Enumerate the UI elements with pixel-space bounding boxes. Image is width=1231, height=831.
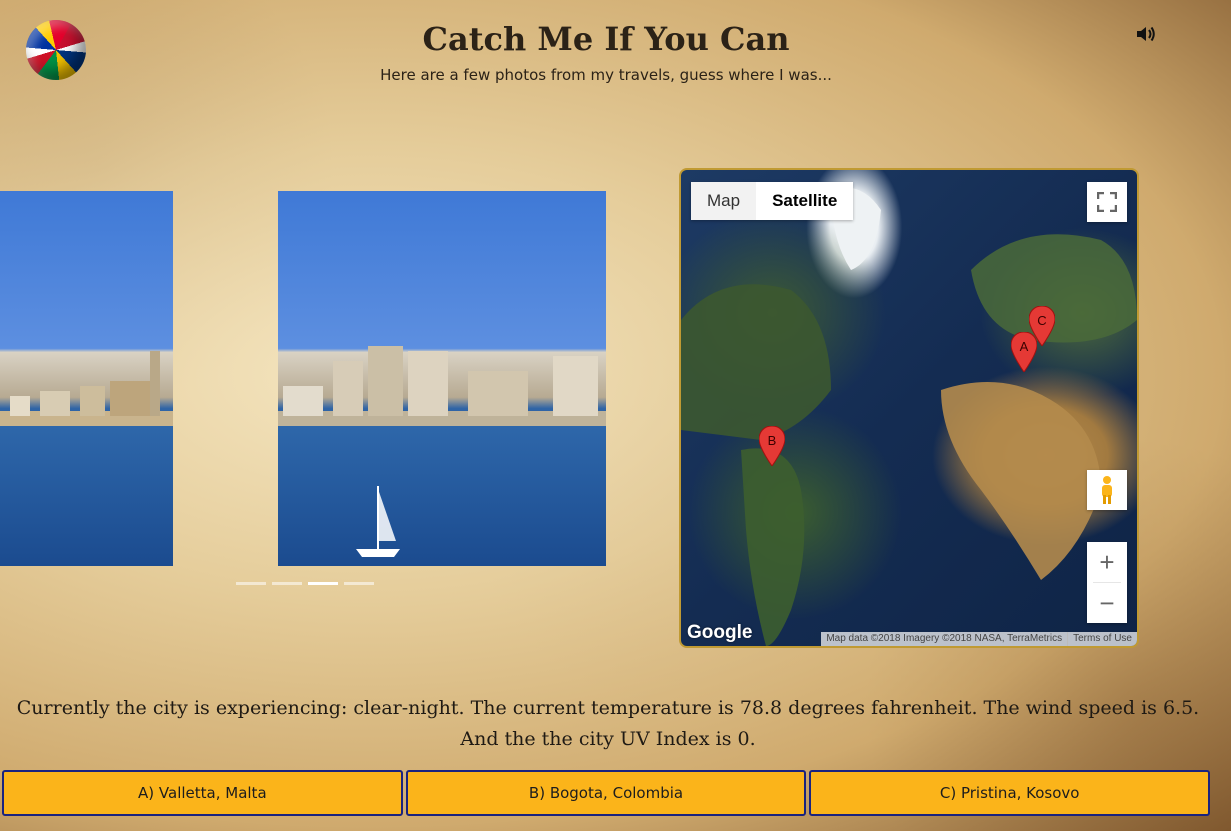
world-map[interactable]: Map Satellite + − A B C Google Map data … <box>679 168 1139 648</box>
zoom-out-button[interactable]: − <box>1087 583 1127 623</box>
sailboat <box>356 486 400 557</box>
answer-button-b[interactable]: B) Bogota, Colombia <box>405 770 807 816</box>
zoom-control: + − <box>1087 542 1127 623</box>
map-type-control: Map Satellite <box>691 182 854 220</box>
carousel-photo-current[interactable] <box>278 191 606 566</box>
answer-options: A) Valletta, Malta B) Bogota, Colombia C… <box>2 770 1211 816</box>
weather-description: Currently the city is experiencing: clea… <box>16 697 1200 750</box>
answer-button-a[interactable]: A) Valletta, Malta <box>2 770 403 816</box>
carousel-photo-previous[interactable] <box>0 191 173 566</box>
carousel-dot[interactable] <box>236 582 266 585</box>
speaker-icon[interactable] <box>1135 24 1157 44</box>
map-data-credit: Map data ©2018 Imagery ©2018 NASA, Terra… <box>826 633 1063 644</box>
terms-of-use-link[interactable]: Terms of Use <box>1067 632 1137 646</box>
marker-label: B <box>767 433 777 448</box>
street-view-button[interactable] <box>1087 470 1127 510</box>
marker-label: C <box>1037 313 1047 328</box>
fullscreen-icon <box>1097 192 1117 212</box>
map-view-button[interactable]: Map <box>691 182 757 220</box>
carousel-dot-active[interactable] <box>308 582 338 585</box>
page-subtitle: Here are a few photos from my travels, g… <box>380 66 832 84</box>
page-title: Catch Me If You Can <box>422 20 790 58</box>
pegman-icon <box>1102 476 1112 504</box>
carousel-dot[interactable] <box>344 582 374 585</box>
carousel-indicators <box>236 582 376 586</box>
map-terrain <box>681 187 1137 646</box>
answer-button-c[interactable]: C) Pristina, Kosovo <box>809 770 1211 816</box>
zoom-in-button[interactable]: + <box>1087 542 1127 582</box>
google-logo: Google <box>687 622 753 643</box>
map-marker-c[interactable]: C <box>1028 305 1056 347</box>
map-marker-b[interactable]: B <box>758 425 786 467</box>
carousel-dot[interactable] <box>272 582 302 585</box>
satellite-view-button[interactable]: Satellite <box>756 182 854 220</box>
fullscreen-button[interactable] <box>1087 182 1127 222</box>
map-attribution: Map data ©2018 Imagery ©2018 NASA, Terra… <box>821 632 1137 646</box>
